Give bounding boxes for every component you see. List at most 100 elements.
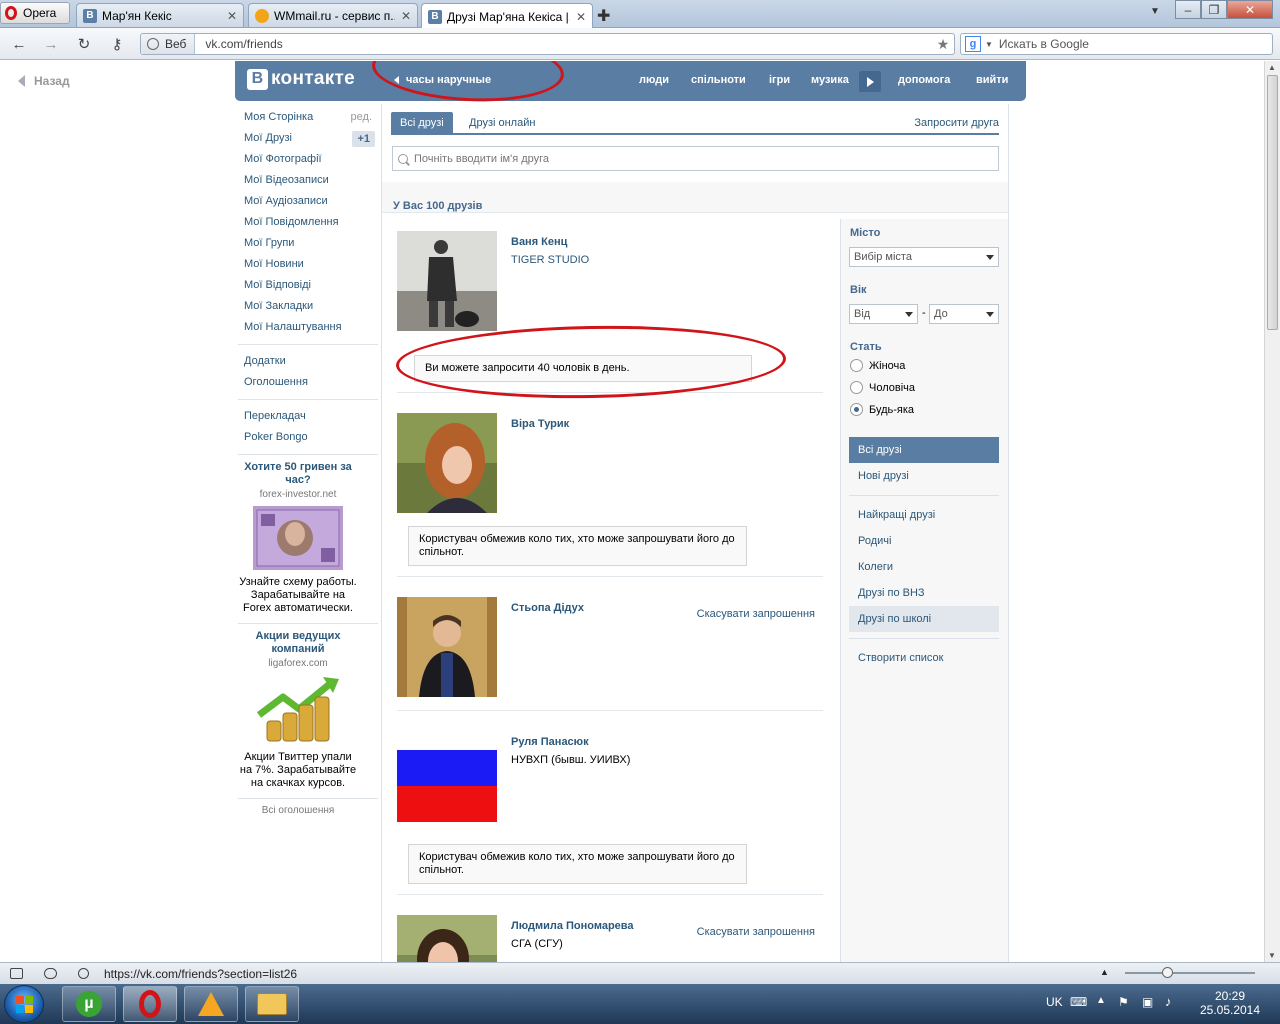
friend-photo[interactable] [397,731,497,831]
friend-photo[interactable] [397,915,497,962]
list-relatives[interactable]: Родичі [849,528,999,554]
tab-friends-online[interactable]: Друзі онлайн [460,112,544,135]
speed-dial-icon[interactable] [78,968,89,979]
sidebar-item-ads[interactable]: Оголошення [238,372,378,393]
nav-music[interactable]: музика [811,74,849,86]
scrollbar-thumb[interactable] [1267,75,1278,330]
friend-name[interactable]: Ваня Кенц [511,236,567,248]
zoom-slider[interactable] [1125,967,1255,978]
scroll-down-icon[interactable]: ▼ [1268,951,1276,960]
sidebar-item-videos[interactable]: Мої Відеозаписи [238,170,378,191]
tab-list-chevron-icon[interactable]: ▼ [1150,6,1160,17]
browser-tab[interactable]: WMmail.ru - сервис п... ✕ [248,3,418,27]
browser-tab-active[interactable]: B Друзі Мар'яна Кекіса |... ✕ [421,3,593,29]
zoom-slider-knob[interactable] [1162,967,1173,978]
sex-radio-male[interactable]: Чоловіча [850,381,915,394]
nav-help[interactable]: допомога [898,74,950,86]
sidebar-item-apps[interactable]: Додатки [238,351,378,372]
reload-icon[interactable]: ↻ [73,34,95,54]
bookmark-star-icon[interactable]: ★ [932,36,954,53]
age-to-select[interactable]: До [929,304,999,324]
address-scheme[interactable]: Веб [141,34,196,54]
play-icon[interactable] [859,71,881,92]
key-icon[interactable]: ⚷ [106,34,128,54]
address-url[interactable]: vk.com/friends [195,37,932,51]
cloud-icon[interactable] [44,968,57,979]
new-tab-icon[interactable]: ✚ [597,6,610,26]
browser-tab[interactable]: B Мар'ян Кекіс ✕ [76,3,244,27]
nav-logout[interactable]: вийти [976,74,1008,86]
friend-search-input[interactable]: Почніть вводити ім'я друга [392,146,999,171]
friend-requests-badge[interactable]: +1 [352,131,375,147]
list-school-friends[interactable]: Друзі по школі [849,606,999,632]
friend-photo[interactable] [397,231,497,331]
list-university-friends[interactable]: Друзі по ВНЗ [849,580,999,606]
friend-name[interactable]: Руля Панасюк [511,736,589,748]
age-from-select[interactable]: Від [849,304,918,324]
sidebar-item-bookmarks[interactable]: Мої Закладки [238,296,378,317]
chevron-down-icon[interactable]: ▼ [985,40,993,49]
forward-arrow-icon[interactable]: → [40,34,62,54]
sidebar-item-audio[interactable]: Мої Аудіозаписи [238,191,378,212]
ad-title[interactable]: Акции ведущих компаний [238,630,358,656]
friend-subtitle[interactable]: TIGER STUDIO [511,254,589,266]
friend-name[interactable]: Стьопа Дідух [511,602,584,614]
banknote-image[interactable] [253,506,343,570]
friend-name[interactable]: Віра Турик [511,418,569,430]
city-select[interactable]: Вибір міста [849,247,999,267]
address-bar[interactable]: Веб vk.com/friends ★ [140,33,955,55]
sex-radio-any[interactable]: Будь-яка [850,403,914,416]
ad-block[interactable]: Акции ведущих компаний ligaforex.com Акц… [238,630,358,790]
vk-logo[interactable]: В контакте [247,68,355,90]
friend-name[interactable]: Людмила Пономарева [511,920,634,932]
friend-photo[interactable] [397,597,497,697]
taskbar-aimp[interactable] [184,986,238,1022]
back-arrow-icon[interactable]: ← [8,34,30,54]
sidebar-item-messages[interactable]: Мої Повідомлення [238,212,378,233]
zoom-arrow-icon[interactable]: ▲ [1100,967,1109,977]
sidebar-item-photos[interactable]: Мої Фотографії [238,149,378,170]
create-list-link[interactable]: Створити список [849,645,999,671]
list-new-friends[interactable]: Нові друзі [849,463,999,489]
list-colleagues[interactable]: Колеги [849,554,999,580]
opera-menu-button[interactable]: Opera [0,2,70,24]
system-clock[interactable]: 20:29 25.05.2014 [1190,989,1270,1017]
start-button[interactable] [4,985,44,1023]
cancel-invite-link[interactable]: Скасувати запрошення [697,926,815,938]
radio-button-selected[interactable] [850,403,863,416]
sidebar-item-translator[interactable]: Перекладач [238,406,378,427]
sidebar-item-friends[interactable]: Мої Друзі +1 [238,128,378,149]
action-center-icon[interactable]: ⚑ [1118,995,1129,1009]
tab-all-friends[interactable]: Всі друзі [391,112,453,135]
close-tab-icon[interactable]: ✕ [401,9,411,23]
tray-expand-icon[interactable]: ▲ [1096,995,1106,1006]
sidebar-item-news[interactable]: Мої Новини [238,254,378,275]
back-link[interactable]: Назад [18,74,70,88]
keyboard-icon[interactable]: ⌨ [1070,995,1087,1009]
page-scrollbar[interactable]: ▲ ▼ [1264,61,1280,962]
list-all-friends[interactable]: Всі друзі [849,437,999,463]
network-icon[interactable]: ▣ [1142,995,1153,1009]
search-field[interactable]: g ▼ Искать в Google [960,33,1273,55]
sex-radio-female[interactable]: Жіноча [850,359,905,372]
ad-block[interactable]: Хотите 50 гривен за час? forex-investor.… [238,461,358,615]
minimize-button[interactable]: – [1175,0,1201,19]
panel-toggle-icon[interactable] [10,968,23,979]
list-best-friends[interactable]: Найкращі друзі [849,502,999,528]
maximize-button[interactable]: ❐ [1201,0,1227,19]
scroll-up-icon[interactable]: ▲ [1268,63,1276,72]
nav-games[interactable]: ігри [769,74,790,86]
sidebar-item-settings[interactable]: Мої Налаштування [238,317,378,338]
close-tab-icon[interactable]: ✕ [227,9,237,23]
friend-photo[interactable] [397,413,497,513]
edit-link[interactable]: ред. [351,107,372,128]
invite-friend-link[interactable]: Запросити друга [914,112,999,135]
taskbar-opera[interactable] [123,986,177,1022]
sidebar-item-poker[interactable]: Poker Bongo [238,427,378,448]
taskbar-utorrent[interactable]: µ [62,986,116,1022]
nav-communities[interactable]: спільноти [691,74,746,86]
all-ads-link[interactable]: Всі оголошення [238,805,358,816]
radio-button[interactable] [850,359,863,372]
nav-people[interactable]: люди [639,74,669,86]
close-window-button[interactable]: ✕ [1227,0,1273,19]
